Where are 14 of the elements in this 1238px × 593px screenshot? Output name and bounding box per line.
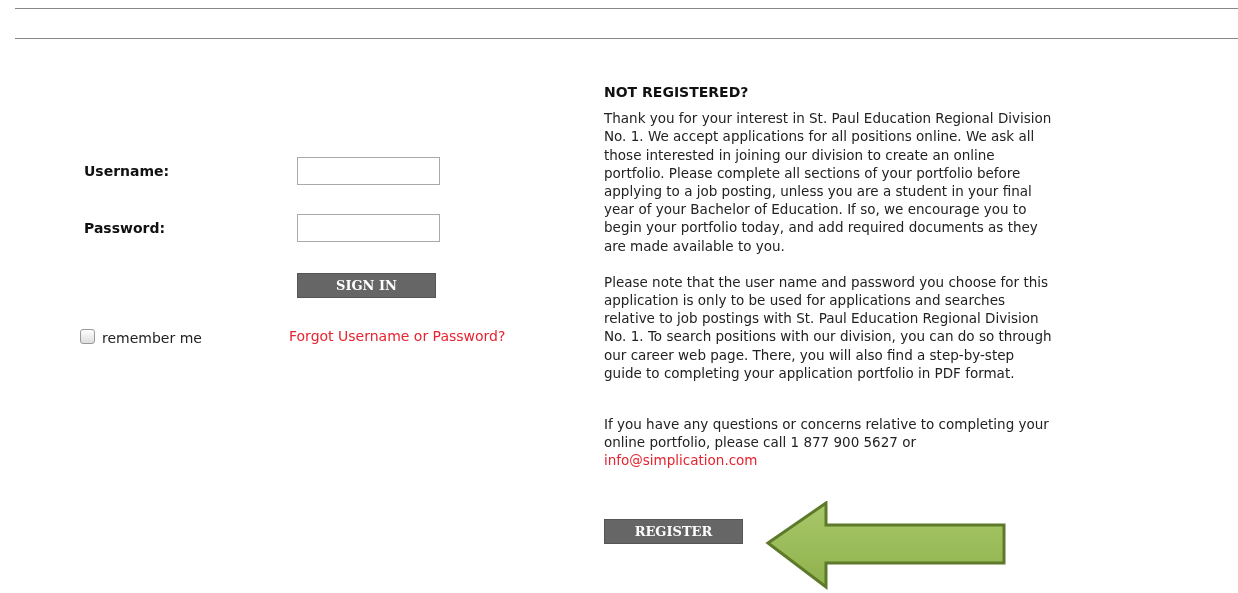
contact-paragraph: If you have any questions or concerns relative to completing your online portfolio, please call 1 877 900 5627 or info@simplication.com [604, 415, 1050, 470]
remember-checkbox[interactable] [80, 328, 95, 344]
email-link[interactable]: info@simplication.com [604, 452, 758, 469]
username-label: Username: [84, 163, 171, 179]
forgot-credentials-link[interactable]: Forgot Username or Password? [289, 328, 506, 344]
username-field[interactable] [297, 157, 440, 185]
remember-me-label: remember me [102, 330, 202, 346]
password-label: Password: [84, 220, 167, 236]
info-paragraph: Thank you for your interest in St. Paul Education Regional Division No. 1. We accept applications for all positions online. We ask all those interested in joining our division to create an online portfolio. Please complete all sections of your portfolio before applying to a job posting, unless you are a student in your final year of your Bachelor of Education. If so, we encourage you to begin your portfolio today, and add required documents as they are made available to you. [604, 109, 1053, 255]
register-button[interactable]: REGISTER [604, 518, 743, 544]
info-paragraph: Please note that the user name and password you choose for this application is only to be used for applications and searches relative to job postings with St. Paul Education Regional Division No. 1. To search positions with our division, you can do so through our career web page. There, you will also find a step-by-step guide to completing your application portfolio in PDF format. [604, 272, 1053, 383]
not-registered-heading: NOT REGISTERED? [604, 83, 750, 102]
sign-in-button[interactable]: SIGN IN [297, 272, 436, 298]
password-field[interactable] [297, 214, 440, 242]
